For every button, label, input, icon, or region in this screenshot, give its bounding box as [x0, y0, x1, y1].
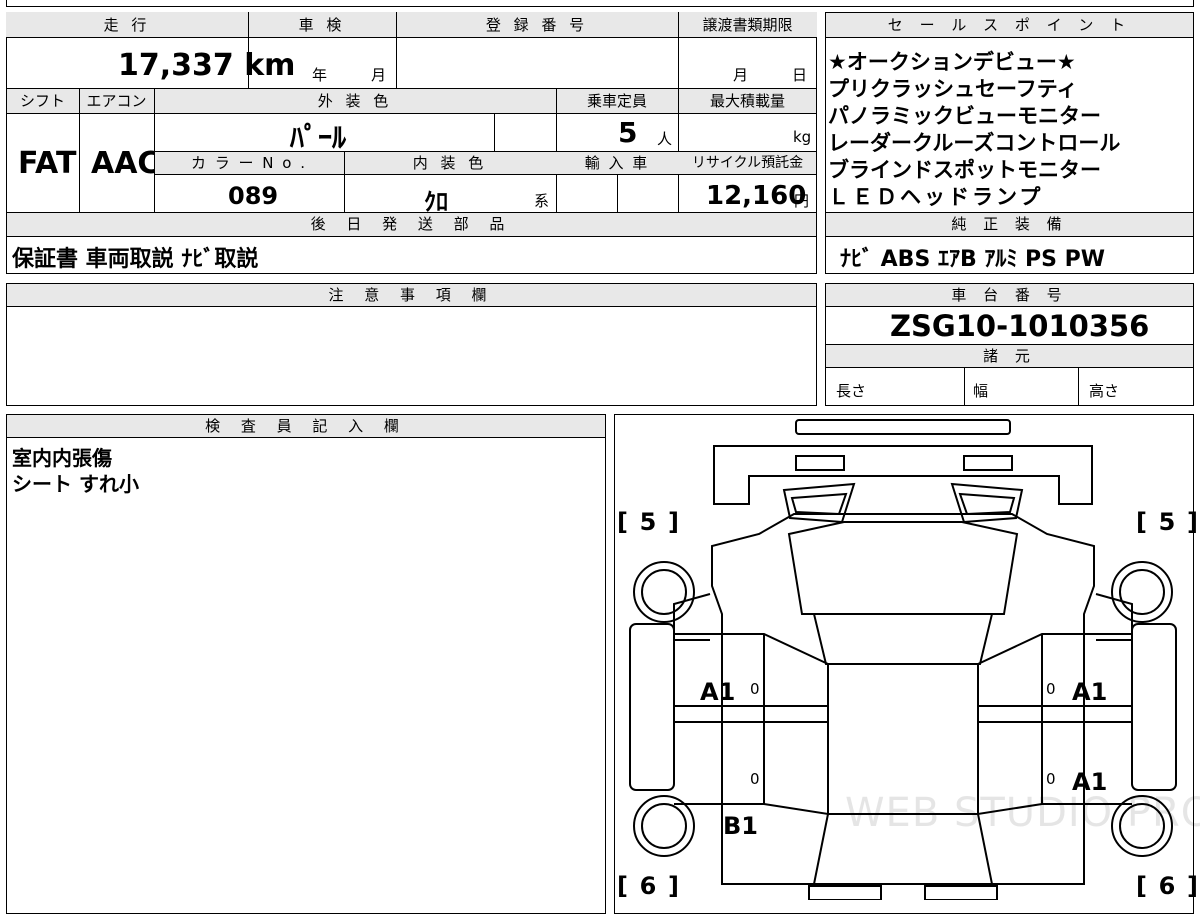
chassis-header: 車 台 番 号 [951, 286, 1068, 304]
sales-point-line: ブラインドスポットモニター [828, 158, 1101, 182]
sales-point-line: プリクラッシュセーフティ [828, 77, 1078, 101]
mileage-value: 17,337 km [118, 48, 296, 83]
inspector-note: 室内内張傷 [12, 446, 112, 470]
small-mark: 0 [1046, 680, 1056, 698]
color-no-value: 089 [228, 182, 279, 210]
inspection-month-unit: 月 [371, 66, 387, 84]
tire-tread-left-front: [5] [617, 508, 679, 536]
standard-equipment-header: 純 正 装 備 [951, 215, 1068, 233]
mileage-header: 走 行 [103, 16, 151, 34]
import-header: 輸 入 車 [584, 154, 650, 172]
tire-tread-right-front: [5] [1136, 508, 1198, 536]
inspection-header: 車 検 [298, 16, 346, 34]
sales-points-header: セ ー ル ス ポ イ ン ト [887, 16, 1132, 34]
shift-value: FAT [18, 146, 77, 181]
aircon-header: エアコン [86, 92, 147, 110]
small-mark: 0 [1046, 770, 1056, 788]
interior-color-header: 内 装 色 [412, 154, 488, 172]
tire-tread-left-rear: [6] [617, 872, 679, 900]
deadline-month-unit: 月 [733, 66, 749, 84]
registration-header: 登 録 番 号 [485, 16, 589, 34]
chassis-number: ZSG10-1010356 [890, 309, 1150, 343]
small-mark: 0 [750, 680, 760, 698]
color-no-header: カ ラ ー N o . [190, 154, 307, 172]
exterior-color-header: 外 装 色 [317, 92, 393, 110]
standard-equipment-value: ﾅﾋﾞ ABS ｴｱB ｱﾙﾐ PS PW [840, 247, 1106, 272]
damage-mark-front-left-door: A1 [700, 678, 736, 706]
shift-header: シフト [19, 92, 65, 110]
sales-point-line: レーダークルーズコントロール [828, 131, 1121, 155]
deadline-day-unit: 日 [792, 66, 808, 84]
specs-header: 諸 元 [983, 347, 1036, 365]
exterior-color-value: ﾊﾟｰﾙ [290, 121, 347, 154]
transfer-deadline-header: 譲渡書類期限 [702, 16, 793, 34]
max-load-header: 最大積載量 [709, 92, 785, 110]
capacity-value: 5 [618, 116, 638, 149]
inspector-header: 検 査 員 記 入 欄 [205, 417, 407, 435]
width-label: 幅 [973, 382, 989, 400]
sales-point-line: ★オークションデビュー★ [828, 50, 1076, 74]
recycle-fee-header: リサイクル預託金 [691, 155, 804, 171]
watermark: WEB STUDIO PRO [845, 790, 1200, 836]
capacity-unit: 人 [657, 130, 673, 148]
inspection-year-unit: 年 [312, 66, 328, 84]
top-strip [6, 0, 1194, 7]
notes-header: 注 意 事 項 欄 [328, 286, 495, 304]
sales-point-line: ＬＥＤヘッドランプ [828, 185, 1044, 209]
height-label: 高さ [1089, 382, 1120, 400]
small-mark: 0 [750, 770, 760, 788]
damage-mark-rear-left-quarter: B1 [723, 812, 758, 840]
length-label: 長さ [836, 382, 867, 400]
parts-to-send-header: 後 日 発 送 部 品 [310, 215, 513, 233]
max-load-unit: kg [793, 128, 812, 146]
recycle-fee-value: 12,160 [706, 181, 807, 211]
inspector-note: シート すれ小 [12, 472, 139, 496]
capacity-header: 乗車定員 [586, 92, 647, 110]
recycle-fee-unit: 円 [794, 192, 810, 210]
tire-tread-right-rear: [6] [1136, 872, 1198, 900]
parts-to-send-value: 保証書 車両取説 ﾅﾋﾞ取説 [12, 247, 259, 272]
damage-mark-front-right-door: A1 [1072, 678, 1108, 706]
aircon-value: AAC [91, 146, 160, 181]
sales-point-line: パノラミックビューモニター [828, 104, 1101, 128]
interior-color-suffix: 系 [534, 192, 550, 210]
